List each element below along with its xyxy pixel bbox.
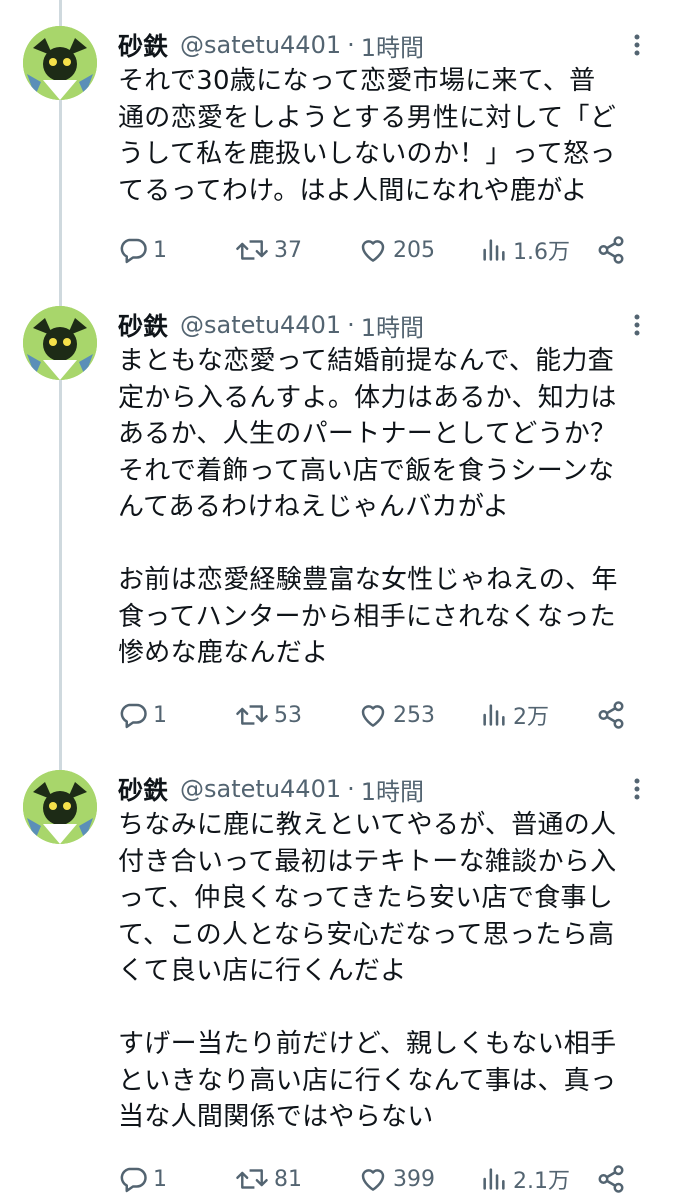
tweet-text: ちなみに鹿に教えといてやるが、普通の人 付き合いって最初はテキトーな雑談から入 … — [118, 810, 617, 1132]
tweet-actions: 1 53 253 2万 — [118, 697, 638, 733]
tweet-header: 砂鉄 @satetu4401 · 1時間 — [118, 308, 424, 342]
repost-icon — [236, 240, 268, 260]
more-options-icon — [634, 34, 640, 56]
author-handle[interactable]: @satetu4401 — [180, 775, 341, 803]
author-name[interactable]: 砂鉄 — [118, 307, 168, 343]
repost-button[interactable]: 81 — [235, 1161, 302, 1197]
repost-count: 53 — [274, 702, 302, 728]
reply-count: 1 — [153, 237, 167, 263]
view-count: 1.6万 — [513, 240, 570, 265]
view-count: 2万 — [513, 705, 549, 730]
more-options-icon — [634, 314, 640, 336]
heart-icon — [361, 240, 385, 262]
share-button[interactable] — [596, 232, 626, 268]
tweet-header: 砂鉄 @satetu4401 · 1時間 — [118, 772, 424, 806]
tweet-header: 砂鉄 @satetu4401 · 1時間 — [118, 28, 424, 62]
reply-icon — [120, 1167, 147, 1193]
tweet[interactable]: 砂鉄 @satetu4401 · 1時間 ちなみに鹿に教えといてやるが、普通の人… — [0, 744, 673, 1200]
share-icon — [598, 701, 624, 729]
reply-button[interactable]: 1 — [118, 697, 167, 733]
timestamp[interactable]: 1時間 — [361, 772, 424, 807]
timestamp[interactable]: 1時間 — [361, 28, 424, 63]
separator: · — [347, 31, 355, 59]
author-handle[interactable]: @satetu4401 — [180, 31, 341, 59]
tweet-actions: 1 37 205 1.6万 — [118, 232, 638, 268]
views-chart-icon — [483, 704, 505, 726]
author-name[interactable]: 砂鉄 — [118, 771, 168, 807]
reply-button[interactable]: 1 — [118, 1161, 167, 1197]
heart-icon — [361, 1169, 385, 1191]
avatar[interactable] — [23, 306, 97, 380]
share-button[interactable] — [596, 697, 626, 733]
view-count: 2.1万 — [513, 1169, 570, 1194]
more-options-button[interactable] — [622, 310, 652, 340]
like-count: 253 — [393, 702, 435, 728]
avatar[interactable] — [23, 770, 97, 844]
repost-button[interactable]: 37 — [235, 232, 302, 268]
more-options-button[interactable] — [622, 774, 652, 804]
like-count: 399 — [393, 1166, 435, 1192]
share-icon — [598, 1165, 624, 1193]
tweet-actions: 1 81 399 2.1万 — [118, 1161, 638, 1197]
tweet-text: まともな恋愛って結婚前提なんで、能力査 定から入るんすよ。体力はあるか、知力は … — [118, 346, 618, 668]
avatar[interactable] — [23, 26, 97, 100]
more-options-icon — [634, 778, 640, 800]
tweet-text: それで30歳になって恋愛市場に来て、普 通の恋愛をしようとする男性に対して「ど … — [118, 66, 617, 206]
separator: · — [347, 775, 355, 803]
timestamp[interactable]: 1時間 — [361, 308, 424, 343]
like-button[interactable]: 205 — [358, 232, 435, 268]
like-button[interactable]: 253 — [358, 697, 435, 733]
tweet[interactable]: 砂鉄 @satetu4401 · 1時間 まともな恋愛って結婚前提なんで、能力査… — [0, 280, 673, 750]
views-button[interactable]: 1.6万 — [480, 232, 570, 268]
author-name[interactable]: 砂鉄 — [118, 27, 168, 63]
repost-count: 81 — [274, 1166, 302, 1192]
reply-icon — [120, 238, 147, 264]
more-options-button[interactable] — [622, 30, 652, 60]
separator: · — [347, 311, 355, 339]
views-chart-icon — [483, 239, 505, 261]
repost-button[interactable]: 53 — [235, 697, 302, 733]
share-icon — [598, 236, 624, 264]
reply-count: 1 — [153, 1166, 167, 1192]
reply-icon — [120, 703, 147, 729]
repost-icon — [236, 1169, 268, 1189]
author-handle[interactable]: @satetu4401 — [180, 311, 341, 339]
share-button[interactable] — [596, 1161, 626, 1197]
repost-icon — [236, 705, 268, 725]
repost-count: 37 — [274, 237, 302, 263]
views-button[interactable]: 2万 — [480, 697, 549, 733]
like-count: 205 — [393, 237, 435, 263]
reply-count: 1 — [153, 702, 167, 728]
tweet[interactable]: 砂鉄 @satetu4401 · 1時間 それで30歳になって恋愛市場に来て、普… — [0, 0, 673, 280]
heart-icon — [361, 705, 385, 727]
reply-button[interactable]: 1 — [118, 232, 167, 268]
like-button[interactable]: 399 — [358, 1161, 435, 1197]
views-button[interactable]: 2.1万 — [480, 1161, 570, 1197]
views-chart-icon — [483, 1168, 505, 1190]
